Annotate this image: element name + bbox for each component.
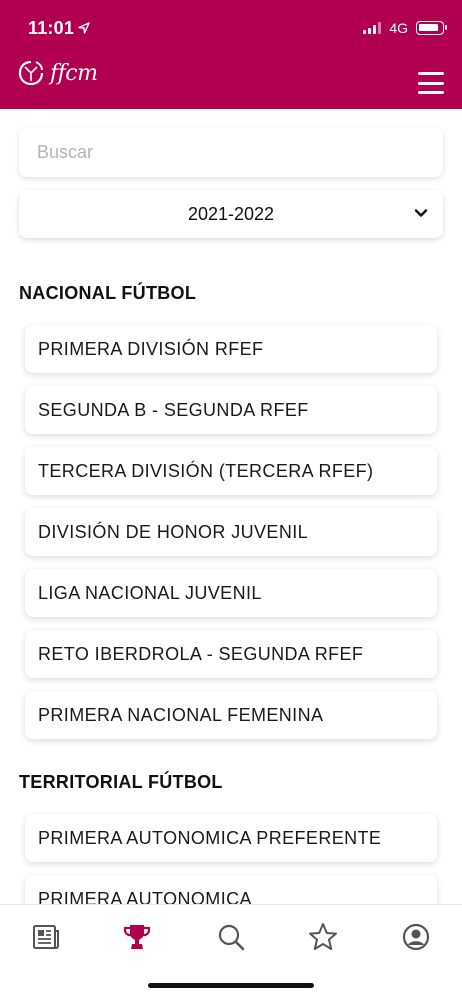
status-bar: 11:01 4G xyxy=(28,16,447,40)
trophy-icon xyxy=(123,925,151,949)
star-icon xyxy=(309,923,337,950)
chevron-down-icon xyxy=(414,209,428,217)
competition-item[interactable]: RETO IBERDROLA - SEGUNDA RFEF xyxy=(25,630,437,678)
status-time: 11:01 xyxy=(28,17,75,38)
location-arrow-icon xyxy=(78,22,90,34)
section-title-territorial: TERRITORIAL FÚTBOL xyxy=(19,772,223,792)
ffcm-logo-icon xyxy=(18,60,44,86)
tab-search[interactable] xyxy=(211,917,251,957)
menu-line xyxy=(418,72,444,75)
tab-favorites[interactable] xyxy=(303,917,343,957)
tab-profile[interactable] xyxy=(396,917,436,957)
main-content[interactable]: 2021-2022 NACIONAL FÚTBOL PRIMERA DIVISI… xyxy=(0,109,462,904)
season-selected-value: 2021-2022 xyxy=(187,203,275,224)
competition-item[interactable]: PRIMERA NACIONAL FEMENINA xyxy=(25,691,437,739)
search-input[interactable] xyxy=(19,127,443,177)
logo-text: ffcm xyxy=(50,60,98,86)
competition-item[interactable]: PRIMERA AUTONOMICA xyxy=(25,875,437,904)
competition-item[interactable]: LIGA NACIONAL JUVENIL xyxy=(25,569,437,617)
battery-icon xyxy=(416,21,447,35)
section-title-nacional: NACIONAL FÚTBOL xyxy=(19,283,197,303)
season-select[interactable]: 2021-2022 xyxy=(19,190,443,238)
tab-news[interactable] xyxy=(26,917,66,957)
network-type: 4G xyxy=(389,20,408,36)
profile-icon xyxy=(402,923,430,951)
news-icon xyxy=(33,925,59,949)
competition-item[interactable]: PRIMERA AUTONOMICA PREFERENTE xyxy=(25,814,437,862)
tab-competitions[interactable] xyxy=(117,917,157,957)
search-icon xyxy=(218,924,245,951)
app-header: 11:01 4G ffcm xyxy=(0,0,462,109)
competition-item[interactable]: SEGUNDA B - SEGUNDA RFEF xyxy=(25,386,437,434)
bottom-tab-bar xyxy=(0,904,462,1000)
menu-line xyxy=(418,81,444,85)
competition-item[interactable]: PRIMERA DIVISIÓN RFEF xyxy=(25,325,437,373)
competition-item[interactable]: TERCERA DIVISIÓN (TERCERA RFEF) xyxy=(25,447,437,495)
home-indicator xyxy=(148,983,314,988)
app-logo: ffcm xyxy=(16,58,98,88)
signal-icon xyxy=(363,22,382,34)
hamburger-menu-button[interactable] xyxy=(418,72,444,94)
competition-item[interactable]: DIVISIÓN DE HONOR JUVENIL xyxy=(25,508,437,556)
menu-line xyxy=(418,91,444,94)
